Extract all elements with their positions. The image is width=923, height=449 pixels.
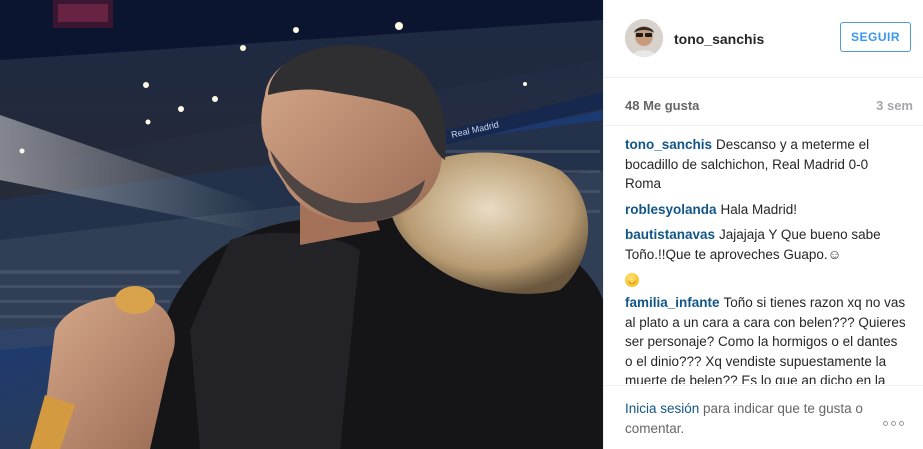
post-header: tono_sanchis SEGUIR: [604, 0, 923, 78]
comment-username[interactable]: bautistanavas: [625, 227, 715, 242]
follow-button[interactable]: SEGUIR: [840, 22, 911, 52]
post-author-username[interactable]: tono_sanchis: [674, 31, 764, 47]
dot-icon: [891, 421, 896, 426]
likes-count[interactable]: 48 Me gusta: [625, 98, 699, 113]
login-link[interactable]: Inicia sesión: [625, 401, 699, 416]
avatar[interactable]: [625, 19, 663, 57]
smiley-emoji-icon: ◡: [625, 273, 639, 287]
dot-icon: [883, 421, 888, 426]
login-prompt: Inicia sesión para indicar que te gusta …: [625, 399, 875, 439]
comment-username[interactable]: familia_infante: [625, 295, 720, 310]
comment-text: Hala Madrid!: [720, 201, 798, 217]
comment-item: bautistanavas Jajajaja Y Que bueno sabe T…: [625, 225, 907, 287]
comment-item: tono_sanchis Descanso y a meterme el boca…: [625, 135, 907, 194]
post-timestamp[interactable]: 3 sem: [876, 98, 913, 113]
comment-username[interactable]: tono_sanchis: [625, 137, 712, 152]
more-options-icon[interactable]: [883, 413, 913, 426]
comments-list[interactable]: tono_sanchis Descanso y a meterme el boca…: [625, 135, 907, 384]
post-photo[interactable]: Real Madrid: [0, 0, 603, 449]
comment-item: roblesyolanda Hala Madrid!: [625, 200, 907, 220]
avatar-image: [625, 19, 663, 57]
comment-item: familia_infante Toño si tienes razon xq n…: [625, 293, 907, 384]
post-stats: 48 Me gusta 3 sem: [604, 78, 923, 126]
post-photo-illustration: Real Madrid: [0, 0, 603, 449]
post-sidebar: tono_sanchis SEGUIR 48 Me gusta 3 sem to…: [603, 0, 923, 449]
emoji-row: ◡: [625, 267, 907, 287]
comment-username[interactable]: roblesyolanda: [625, 202, 717, 217]
dot-icon: [899, 421, 904, 426]
post-footer: Inicia sesión para indicar que te gusta …: [604, 385, 923, 449]
